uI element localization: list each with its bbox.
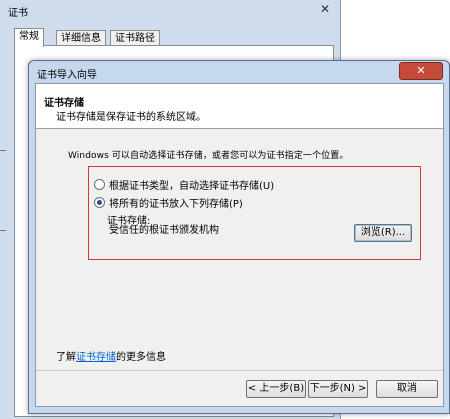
place-all-label: 将所有的证书放入下列存储(P) <box>109 199 243 210</box>
certificate-window-title: 证书 <box>8 8 28 19</box>
store-selection-group: 根据证书类型，自动选择证书存储(U) 将所有的证书放入下列存储(P) 证书存储:… <box>88 166 421 260</box>
auto-select-label: 根据证书类型，自动选择证书存储(U) <box>109 181 275 192</box>
wizard-header: 证书存储 证书存储是保存证书的系统区域。 <box>36 84 443 129</box>
certificate-store-field[interactable]: 受信任的根证书颁发机构 <box>105 224 353 238</box>
button-divider <box>36 370 443 371</box>
tab-certification-path[interactable]: 证书路径 <box>110 30 160 46</box>
learn-more: 了解证书存储的更多信息 <box>56 348 166 363</box>
learn-more-suffix: 的更多信息 <box>116 352 166 363</box>
cancel-button[interactable]: 取消 <box>376 380 438 398</box>
page-title: 证书存储 <box>44 98 84 109</box>
intro-text: Windows 可以自动选择证书存储，或者您可以为证书指定一个位置。 <box>68 151 349 161</box>
tab-details[interactable]: 详细信息 <box>56 30 106 46</box>
certificate-import-wizard: 证书导入向导 ✕ 证书存储 证书存储是保存证书的系统区域。 Windows 可以… <box>28 60 450 414</box>
certificate-window-titlebar: 证书 ✕ <box>0 0 340 26</box>
panel-edge-mark <box>0 150 6 151</box>
wizard-close-button[interactable]: ✕ <box>399 62 443 80</box>
page-subtitle: 证书存储是保存证书的系统区域。 <box>56 112 206 123</box>
wizard-title: 证书导入向导 <box>37 70 97 81</box>
tab-general[interactable]: 常规 <box>14 28 44 47</box>
back-button[interactable]: < 上一步(B) <box>246 380 306 398</box>
browse-button[interactable]: 浏览(R)... <box>354 224 412 242</box>
next-button[interactable]: 下一步(N) > <box>308 380 368 398</box>
learn-more-prefix: 了解 <box>56 352 76 363</box>
place-all-radio[interactable] <box>94 197 105 208</box>
learn-more-link[interactable]: 证书存储 <box>76 352 116 363</box>
panel-edge-mark <box>0 230 6 231</box>
auto-select-radio[interactable] <box>94 179 105 190</box>
close-icon[interactable]: ✕ <box>312 0 338 18</box>
wizard-client-area: 证书存储 证书存储是保存证书的系统区域。 Windows 可以自动选择证书存储，… <box>35 83 444 407</box>
